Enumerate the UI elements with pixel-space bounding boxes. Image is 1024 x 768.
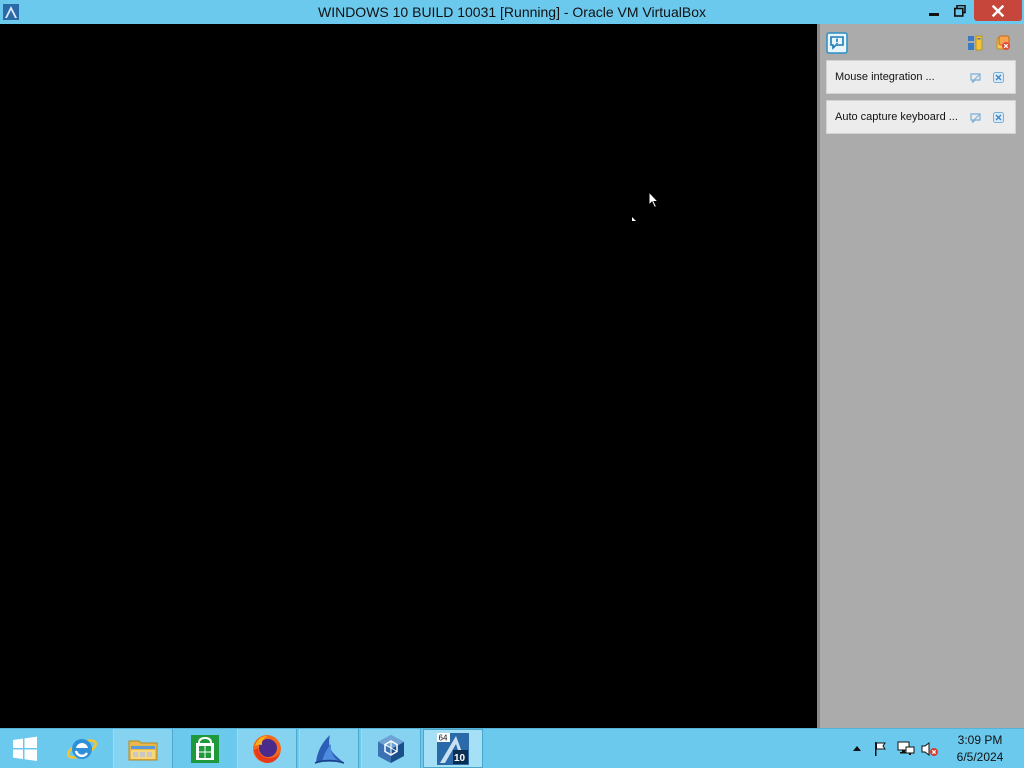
virtualbox-icon xyxy=(378,734,404,763)
dock-panel-icon[interactable] xyxy=(964,32,986,54)
store-icon xyxy=(191,734,219,763)
clock-time: 3:09 PM xyxy=(957,733,1003,747)
vm-badge-version: 10 xyxy=(454,753,466,764)
taskbar-shark-app[interactable] xyxy=(299,729,359,768)
notification-center-icon[interactable] xyxy=(826,32,848,54)
close-icon[interactable] xyxy=(992,111,1005,124)
network-icon[interactable] xyxy=(897,740,915,758)
notification-mouse-integration[interactable]: Mouse integration ... xyxy=(826,60,1016,94)
taskbar-virtualbox[interactable] xyxy=(361,729,421,768)
taskbar-virtualbox-vm[interactable]: 64 10 xyxy=(423,729,483,768)
notification-auto-capture-keyboard[interactable]: Auto capture keyboard ... xyxy=(826,100,1016,134)
minimize-icon xyxy=(929,12,939,16)
notification-text: Mouse integration ... xyxy=(835,71,935,83)
help-icon[interactable] xyxy=(969,111,982,124)
taskbar-firefox[interactable] xyxy=(237,729,297,768)
restore-icon xyxy=(954,4,966,17)
show-hidden-icons[interactable] xyxy=(848,740,866,758)
clock-date: 6/5/2024 xyxy=(956,750,1004,764)
help-icon[interactable] xyxy=(969,71,982,84)
virtualbox-vm-icon: 64 10 xyxy=(437,732,469,765)
notification-center-panel: Mouse integration ... Auto capture keybo… xyxy=(817,24,1024,728)
minimize-button[interactable] xyxy=(921,0,947,21)
file-explorer-icon xyxy=(128,740,158,760)
mouse-pointer-icon xyxy=(648,190,660,214)
cursor-artifact-icon xyxy=(632,208,636,221)
taskbar-internet-explorer[interactable] xyxy=(52,729,112,768)
taskbar: 64 10 3:09 PM 6/5/2024 xyxy=(0,728,1024,768)
notification-center-header xyxy=(820,24,1024,60)
taskbar-store[interactable] xyxy=(175,729,235,768)
windows-logo-icon xyxy=(13,736,37,761)
firefox-icon xyxy=(253,734,281,763)
notification-text: Auto capture keyboard ... xyxy=(835,111,958,123)
shark-app-icon xyxy=(314,734,345,764)
action-center-flag-icon[interactable] xyxy=(872,740,890,758)
title-bar[interactable]: WINDOWS 10 BUILD 10031 [Running] - Oracl… xyxy=(0,0,1024,24)
start-button[interactable] xyxy=(0,729,50,768)
restore-button[interactable] xyxy=(947,0,973,21)
dismiss-all-icon[interactable] xyxy=(992,32,1014,54)
close-icon[interactable] xyxy=(992,71,1005,84)
system-clock[interactable]: 3:09 PM 6/5/2024 xyxy=(944,732,1016,766)
internet-explorer-icon xyxy=(66,738,98,759)
taskbar-file-explorer[interactable] xyxy=(113,729,173,768)
window-title: WINDOWS 10 BUILD 10031 [Running] - Oracl… xyxy=(317,4,706,20)
volume-muted-icon[interactable] xyxy=(921,740,939,758)
vm-badge-bits: 64 xyxy=(439,733,448,742)
vm-display[interactable] xyxy=(0,24,817,728)
close-button[interactable] xyxy=(974,0,1022,21)
close-icon xyxy=(992,4,1004,17)
